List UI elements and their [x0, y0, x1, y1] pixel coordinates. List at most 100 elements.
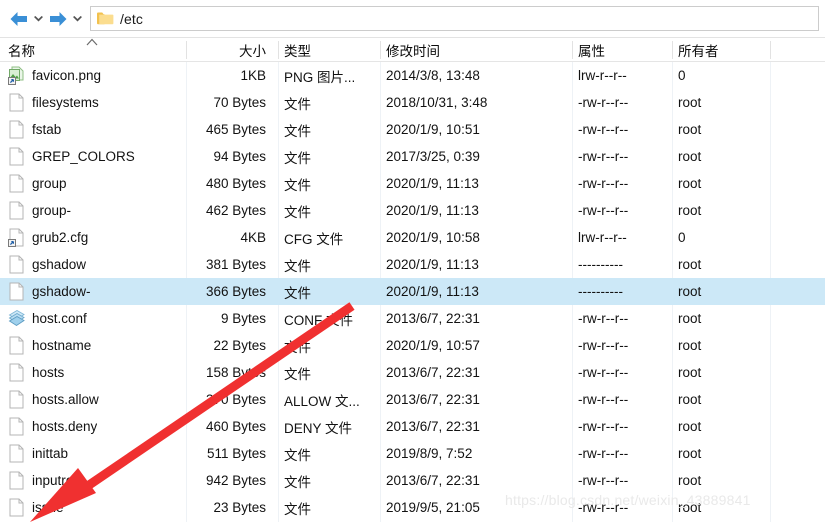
cell-size: 70 Bytes	[213, 95, 266, 110]
cell-name[interactable]: GREP_COLORS	[8, 143, 186, 170]
cell-owner: root	[678, 149, 702, 164]
cell-attr: -rw-r--r--	[578, 311, 629, 326]
cell-name[interactable]: hosts.deny	[8, 413, 186, 440]
cell-mtime: 2020/1/9, 11:13	[386, 203, 479, 218]
forward-history-dropdown[interactable]	[71, 6, 84, 32]
column-divider-owner-end[interactable]	[770, 41, 771, 59]
cell-mtime: 2013/6/7, 22:31	[386, 365, 480, 380]
file-list[interactable]: favicon.png 1KB PNG 图片... 2014/3/8, 13:48 lr…	[0, 62, 825, 522]
cell-mtime: 2013/6/7, 22:31	[386, 311, 480, 326]
forward-button[interactable]	[45, 6, 71, 32]
folder-icon	[96, 10, 114, 27]
table-row[interactable]: issue 23 Bytes 文件 2019/9/5, 21:05 -rw-r--r--…	[0, 494, 825, 521]
table-row[interactable]: grub2.cfg 4KB CFG 文件 2020/1/9, 10:58 lrw-r--…	[0, 224, 825, 251]
cell-mtime: 2013/6/7, 22:31	[386, 419, 480, 434]
cell-size: 480 Bytes	[205, 176, 266, 191]
file-icon	[8, 336, 25, 355]
cell-attr: -rw-r--r--	[578, 176, 629, 191]
table-row[interactable]: gshadow- 366 Bytes 文件 2020/1/9, 11:13 ------…	[0, 278, 825, 305]
cell-size: 370 Bytes	[205, 392, 266, 407]
column-header-mtime[interactable]: 修改时间	[386, 38, 568, 62]
cell-mtime: 2020/1/9, 10:51	[386, 122, 480, 137]
column-divider-attr-owner[interactable]	[672, 41, 673, 59]
cell-name[interactable]: issue	[8, 494, 186, 521]
file-name-label: host.conf	[32, 311, 87, 326]
table-row[interactable]: hostname 22 Bytes 文件 2020/1/9, 10:57 -rw-r--…	[0, 332, 825, 359]
cell-name[interactable]: inputrc	[8, 467, 186, 494]
file-icon	[8, 120, 25, 139]
cell-owner: root	[678, 419, 702, 434]
cell-name[interactable]: host.conf	[8, 305, 186, 332]
cell-name[interactable]: gshadow-	[8, 278, 186, 305]
column-divider-mtime-attr[interactable]	[572, 41, 573, 59]
table-row[interactable]: GREP_COLORS 94 Bytes 文件 2017/3/25, 0:39 -rw-…	[0, 143, 825, 170]
column-header-owner[interactable]: 所有者	[678, 38, 766, 62]
cell-attr: -rw-r--r--	[578, 392, 629, 407]
table-row[interactable]: hosts.deny 460 Bytes DENY 文件 2013/6/7, 22:3…	[0, 413, 825, 440]
cell-name[interactable]: hostname	[8, 332, 186, 359]
file-icon	[8, 147, 25, 166]
cell-owner: root	[678, 338, 702, 353]
cell-name[interactable]: grub2.cfg	[8, 224, 186, 251]
cell-owner: root	[678, 473, 702, 488]
cell-owner: root	[678, 95, 702, 110]
arrow-left-icon	[10, 11, 27, 26]
cell-name[interactable]: gshadow	[8, 251, 186, 278]
file-icon	[8, 498, 25, 517]
cell-owner: 0	[678, 230, 686, 245]
column-header-attr[interactable]: 属性	[578, 38, 668, 62]
notepad-icon	[8, 309, 25, 328]
table-row[interactable]: favicon.png 1KB PNG 图片... 2014/3/8, 13:48 lr…	[0, 62, 825, 89]
cell-mtime: 2020/1/9, 10:57	[386, 338, 480, 353]
cell-attr: -rw-r--r--	[578, 338, 629, 353]
cell-mtime: 2019/9/5, 21:05	[386, 500, 480, 515]
address-bar[interactable]: /etc	[90, 6, 819, 31]
cell-name[interactable]: hosts.allow	[8, 386, 186, 413]
column-divider-size-type[interactable]	[278, 41, 279, 59]
cell-name[interactable]: inittab	[8, 440, 186, 467]
table-row[interactable]: inputrc 942 Bytes 文件 2013/6/7, 22:31 -rw-r--…	[0, 467, 825, 494]
cell-mtime: 2018/10/31, 3:48	[386, 95, 488, 110]
cell-type: CONF 文件	[284, 312, 353, 328]
back-history-dropdown[interactable]	[32, 6, 45, 32]
file-icon	[8, 201, 25, 220]
cell-type: 文件	[284, 447, 311, 463]
table-row[interactable]: hosts 158 Bytes 文件 2013/6/7, 22:31 -rw-r--r-…	[0, 359, 825, 386]
column-divider-type-mtime[interactable]	[380, 41, 381, 59]
table-row[interactable]: inittab 511 Bytes 文件 2019/8/9, 7:52 -rw-r--r…	[0, 440, 825, 467]
file-icon	[8, 363, 25, 382]
sort-ascending-caret-icon	[86, 38, 98, 46]
back-button[interactable]	[6, 6, 32, 32]
cell-name[interactable]: favicon.png	[8, 62, 186, 89]
png-image-shortcut-icon	[8, 66, 25, 85]
cell-owner: root	[678, 365, 702, 380]
table-row[interactable]: hosts.allow 370 Bytes ALLOW 文... 2013/6/7, …	[0, 386, 825, 413]
cell-type: 文件	[284, 339, 311, 355]
chevron-down-icon	[34, 15, 43, 21]
cell-type: ALLOW 文...	[284, 393, 360, 409]
table-row[interactable]: host.conf 9 Bytes CONF 文件 2013/6/7, 22:31 -r…	[0, 305, 825, 332]
cell-name[interactable]: group-	[8, 197, 186, 224]
cell-type: PNG 图片...	[284, 69, 356, 85]
cell-attr: ----------	[578, 257, 623, 272]
column-header-size[interactable]: 大小	[190, 38, 272, 62]
cell-attr: lrw-r--r--	[578, 230, 627, 245]
address-path-text: /etc	[120, 10, 143, 27]
cell-attr: -rw-r--r--	[578, 473, 629, 488]
cell-name[interactable]: hosts	[8, 359, 186, 386]
cell-name[interactable]: fstab	[8, 116, 186, 143]
cell-type: DENY 文件	[284, 420, 353, 436]
column-divider-name-size[interactable]	[186, 41, 187, 59]
table-row[interactable]: filesystems 70 Bytes 文件 2018/10/31, 3:48 -rw…	[0, 89, 825, 116]
cell-name[interactable]: filesystems	[8, 89, 186, 116]
column-header-type[interactable]: 类型	[284, 38, 376, 62]
table-row[interactable]: group 480 Bytes 文件 2020/1/9, 11:13 -rw-r--r-…	[0, 170, 825, 197]
table-row[interactable]: group- 462 Bytes 文件 2020/1/9, 11:13 -rw-r--r…	[0, 197, 825, 224]
file-name-label: inittab	[32, 446, 69, 461]
cell-type: 文件	[284, 474, 311, 490]
table-row[interactable]: gshadow 381 Bytes 文件 2020/1/9, 11:13 -------…	[0, 251, 825, 278]
cell-size: 23 Bytes	[213, 500, 266, 515]
cell-name[interactable]: group	[8, 170, 186, 197]
file-icon	[8, 444, 25, 463]
table-row[interactable]: fstab 465 Bytes 文件 2020/1/9, 10:51 -rw-r--r-…	[0, 116, 825, 143]
